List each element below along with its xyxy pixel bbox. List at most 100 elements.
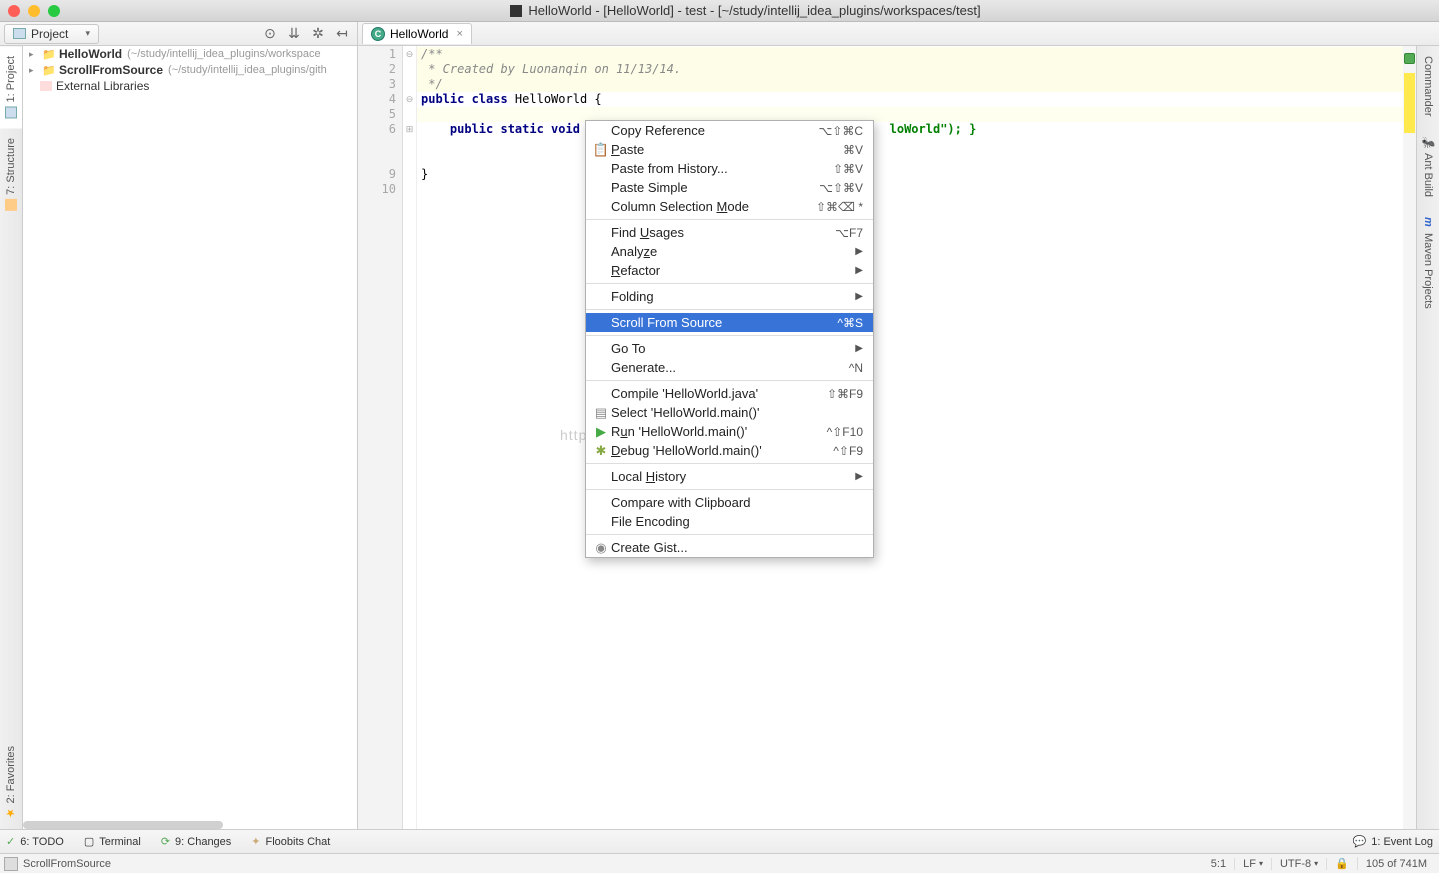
terminal-tool-button[interactable]: ▢ Terminal xyxy=(84,835,141,848)
event-log-button[interactable]: 💬 1: Event Log xyxy=(1353,835,1433,848)
changes-tool-button[interactable]: ⟳ 9: Changes xyxy=(161,835,231,848)
todo-icon: ✓ xyxy=(6,835,15,848)
status-icon[interactable] xyxy=(4,857,18,871)
error-stripe[interactable] xyxy=(1403,46,1416,829)
tab-filename: HelloWorld xyxy=(390,27,448,41)
libraries-icon xyxy=(39,79,53,93)
window-titlebar: HelloWorld - [HelloWorld] - test - [~/st… xyxy=(0,0,1439,22)
sidebar-tab-favorites[interactable]: ★ 2: Favorites xyxy=(0,736,22,829)
warning-marker[interactable] xyxy=(1404,73,1415,133)
menu-item-local-history[interactable]: Local History▶ xyxy=(586,467,873,486)
menu-item-create-gist[interactable]: ◉Create Gist... xyxy=(586,538,873,557)
menu-item-column-selection-mode[interactable]: Column Selection Mode⇧⌘⌫ * xyxy=(586,197,873,216)
menu-item-refactor[interactable]: Refactor▶ xyxy=(586,261,873,280)
sidebar-tab-ant-build[interactable]: 🐜 Ant Build xyxy=(1417,127,1439,207)
close-window-button[interactable] xyxy=(8,5,20,17)
menu-item-generate[interactable]: Generate...^N xyxy=(586,358,873,377)
line-number: 1 xyxy=(358,47,402,62)
hide-tool-window-icon[interactable]: ↤ xyxy=(331,24,353,44)
tree-item-name: ScrollFromSource xyxy=(59,63,163,77)
menu-item-folding[interactable]: Folding▶ xyxy=(586,287,873,306)
caret-position[interactable]: 5:1 xyxy=(1203,858,1235,870)
floobits-tool-button[interactable]: ✦ Floobits Chat xyxy=(251,835,330,848)
menu-separator xyxy=(586,534,873,535)
chevron-down-icon: ▾ xyxy=(85,28,90,39)
expand-arrow-icon[interactable]: ▸ xyxy=(29,49,39,60)
horizontal-scrollbar[interactable] xyxy=(23,821,223,829)
project-view-dropdown[interactable]: Project ▾ xyxy=(4,24,99,44)
tab-close-icon[interactable]: × xyxy=(456,28,462,40)
fold-minus-icon[interactable]: ⊖ xyxy=(403,47,416,62)
code-text: HelloWorld { xyxy=(515,92,602,106)
menu-shortcut: ⌥⇧⌘C xyxy=(818,124,863,138)
menu-item-paste[interactable]: 📋Paste⌘V xyxy=(586,140,873,159)
project-tree[interactable]: ▸ 📁 HelloWorld (~/study/intellij_idea_pl… xyxy=(23,46,358,829)
menu-item-paste-from-history[interactable]: Paste from History...⇧⌘V xyxy=(586,159,873,178)
menu-item-copy-reference[interactable]: Copy Reference ⌥⇧⌘C xyxy=(586,121,873,140)
line-number: 4 xyxy=(358,92,402,107)
select-icon: ▤ xyxy=(591,405,611,421)
editor-tab-helloworld[interactable]: C HelloWorld × xyxy=(362,23,472,44)
project-icon xyxy=(13,28,26,39)
submenu-arrow-icon: ▶ xyxy=(855,246,863,257)
line-number xyxy=(358,152,402,167)
menu-item-compile-helloworld-java[interactable]: Compile 'HelloWorld.java'⇧⌘F9 xyxy=(586,384,873,403)
menu-item-select-helloworld-main[interactable]: ▤Select 'HelloWorld.main()' xyxy=(586,403,873,422)
code-text: loWorld"); } xyxy=(890,122,977,136)
line-number: 5 xyxy=(358,107,402,122)
menu-shortcut: ^⇧F9 xyxy=(833,444,863,458)
minimize-window-button[interactable] xyxy=(28,5,40,17)
status-indicator-green[interactable] xyxy=(1404,53,1415,64)
menu-item-label: Go To xyxy=(611,341,855,356)
menu-shortcut: ⌥F7 xyxy=(835,226,863,240)
breadcrumb[interactable]: ScrollFromSource xyxy=(23,858,111,870)
tree-root-path: (~/study/intellij_idea_plugins/workspace xyxy=(127,48,321,60)
menu-item-label: Copy Reference xyxy=(611,123,808,138)
tree-item-libraries[interactable]: External Libraries xyxy=(23,78,357,94)
line-separator[interactable]: LF▾ xyxy=(1235,858,1272,870)
zoom-window-button[interactable] xyxy=(48,5,60,17)
read-only-toggle[interactable]: 🔒 xyxy=(1327,857,1358,870)
menu-item-label: Local History xyxy=(611,469,855,484)
fold-minus-icon[interactable]: ⊖ xyxy=(403,92,416,107)
tree-item-scrollfromsource[interactable]: ▸ 📁 ScrollFromSource (~/study/intellij_i… xyxy=(23,62,357,78)
settings-gear-icon[interactable]: ✲ xyxy=(307,24,329,44)
scroll-from-source-icon[interactable]: ⊙ xyxy=(259,24,281,44)
todo-tool-button[interactable]: ✓ 6: TODO xyxy=(6,835,64,848)
file-encoding[interactable]: UTF-8▾ xyxy=(1272,858,1327,870)
class-icon: C xyxy=(371,27,385,41)
submenu-arrow-icon: ▶ xyxy=(855,343,863,354)
editor-context-menu[interactable]: Copy Reference ⌥⇧⌘C 📋Paste⌘VPaste from His… xyxy=(585,120,874,558)
module-icon: 📁 xyxy=(42,47,56,61)
gist-icon: ◉ xyxy=(591,540,611,556)
menu-separator xyxy=(586,283,873,284)
menu-item-compare-with-clipboard[interactable]: Compare with Clipboard xyxy=(586,493,873,512)
fold-gutter[interactable]: ⊖ ⊖ ⊞ xyxy=(403,46,417,829)
menu-item-scroll-from-source[interactable]: Scroll From Source^⌘S xyxy=(586,313,873,332)
fold-plus-icon[interactable]: ⊞ xyxy=(403,122,416,137)
debug-icon: ✱ xyxy=(591,443,611,459)
menu-item-go-to[interactable]: Go To▶ xyxy=(586,339,873,358)
sidebar-tab-commander[interactable]: Commander xyxy=(1417,46,1439,127)
menu-item-analyze[interactable]: Analyze▶ xyxy=(586,242,873,261)
memory-indicator[interactable]: 105 of 741M xyxy=(1358,858,1435,870)
sidebar-tab-maven[interactable]: m Maven Projects xyxy=(1417,207,1439,319)
menu-item-run-helloworld-main[interactable]: ▶Run 'HelloWorld.main()'^⇧F10 xyxy=(586,422,873,441)
tree-item-root[interactable]: ▸ 📁 HelloWorld (~/study/intellij_idea_pl… xyxy=(23,46,357,62)
menu-item-file-encoding[interactable]: File Encoding xyxy=(586,512,873,531)
menu-item-label: Compare with Clipboard xyxy=(611,495,863,510)
menu-item-find-usages[interactable]: Find Usages⌥F7 xyxy=(586,223,873,242)
code-editor[interactable]: 1 2 3 4 5 6 9 10 ⊖ ⊖ ⊞ /** * Created by … xyxy=(358,46,1416,829)
maven-icon: m xyxy=(1422,217,1434,229)
menu-item-label: Refactor xyxy=(611,263,855,278)
intellij-icon xyxy=(510,5,522,17)
menu-item-label: Create Gist... xyxy=(611,540,863,555)
menu-item-debug-helloworld-main[interactable]: ✱Debug 'HelloWorld.main()'^⇧F9 xyxy=(586,441,873,460)
sidebar-tab-structure[interactable]: 7: Structure xyxy=(0,128,22,221)
sidebar-tab-project[interactable]: 1: Project xyxy=(0,46,22,128)
expand-arrow-icon[interactable]: ▸ xyxy=(29,65,39,76)
menu-item-paste-simple[interactable]: Paste Simple⌥⇧⌘V xyxy=(586,178,873,197)
menu-item-label: Compile 'HelloWorld.java' xyxy=(611,386,817,401)
structure-tool-icon xyxy=(5,199,17,211)
collapse-all-icon[interactable]: ⇊ xyxy=(283,24,305,44)
